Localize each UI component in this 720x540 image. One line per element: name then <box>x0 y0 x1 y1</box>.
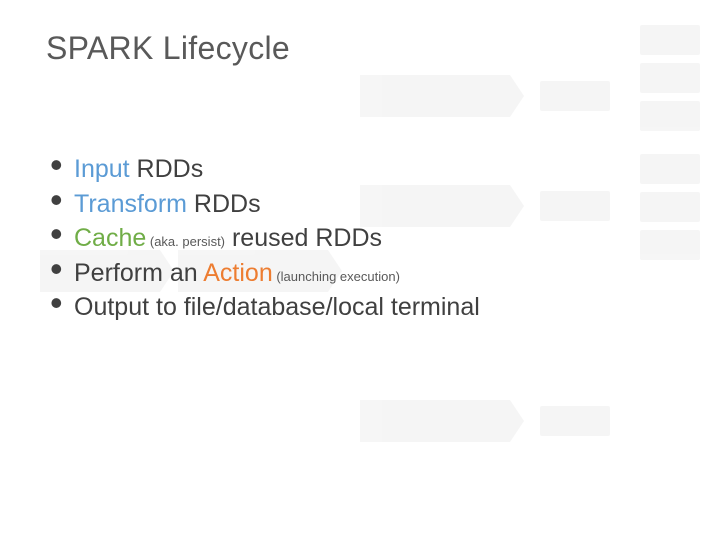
bg-rdd-label: RDD <box>540 406 610 436</box>
bg-action-node: Action <box>640 154 700 184</box>
bg-action-label: Action <box>640 230 700 260</box>
bg-action-node: Action <box>640 25 700 55</box>
bullet-note: (launching execution) <box>273 269 400 284</box>
bullet-text: Output to file/database/local terminal <box>74 293 480 321</box>
bg-transform-chevron: Transform <box>360 400 510 442</box>
bg-rdd-label: RDD <box>540 191 610 221</box>
bullet-item: Transform RDDs <box>46 187 480 222</box>
bg-rdd-node: RDD <box>540 406 610 436</box>
bullet-text: RDDs <box>130 155 204 183</box>
bg-action-label: Action <box>640 25 700 55</box>
bg-transform-chevron: Transform <box>360 75 510 117</box>
bullet-list: Input RDDs Transform RDDs Cache (aka. pe… <box>46 152 480 325</box>
keyword-transform: Transform <box>74 190 187 218</box>
bg-action-label: Action <box>640 101 700 131</box>
slide: Input Transform Transform RDD Action Act… <box>0 0 720 540</box>
bg-action-label: Action <box>640 63 700 93</box>
bullet-item: Cache (aka. persist) reused RDDs <box>46 221 480 256</box>
bg-transform-label: Transform <box>360 75 510 117</box>
keyword-cache: Cache <box>74 224 146 252</box>
bg-action-label: Action <box>640 154 700 184</box>
keyword-input: Input <box>74 155 130 183</box>
bullet-item: Perform an Action (launching execution) <box>46 256 480 291</box>
bullet-note: (aka. persist) <box>146 234 225 249</box>
bg-rdd-node: RDD <box>540 81 610 111</box>
bg-rdd-node: RDD <box>540 191 610 221</box>
page-title: SPARK Lifecycle <box>46 30 290 67</box>
bg-rdd-label: RDD <box>540 81 610 111</box>
bg-action-node: Action <box>640 63 700 93</box>
bg-action-label: Action <box>640 192 700 222</box>
bg-action-node: Action <box>640 101 700 131</box>
bullet-item: Input RDDs <box>46 152 480 187</box>
bg-transform-label: Transform <box>360 400 510 442</box>
keyword-action: Action <box>203 259 272 287</box>
bullet-text: reused RDDs <box>225 224 382 252</box>
bullet-item: Output to file/database/local terminal <box>46 290 480 325</box>
bullet-text: Perform an <box>74 259 203 287</box>
bg-action-node: Action <box>640 230 700 260</box>
bullet-text: RDDs <box>187 190 261 218</box>
bg-action-node: Action <box>640 192 700 222</box>
